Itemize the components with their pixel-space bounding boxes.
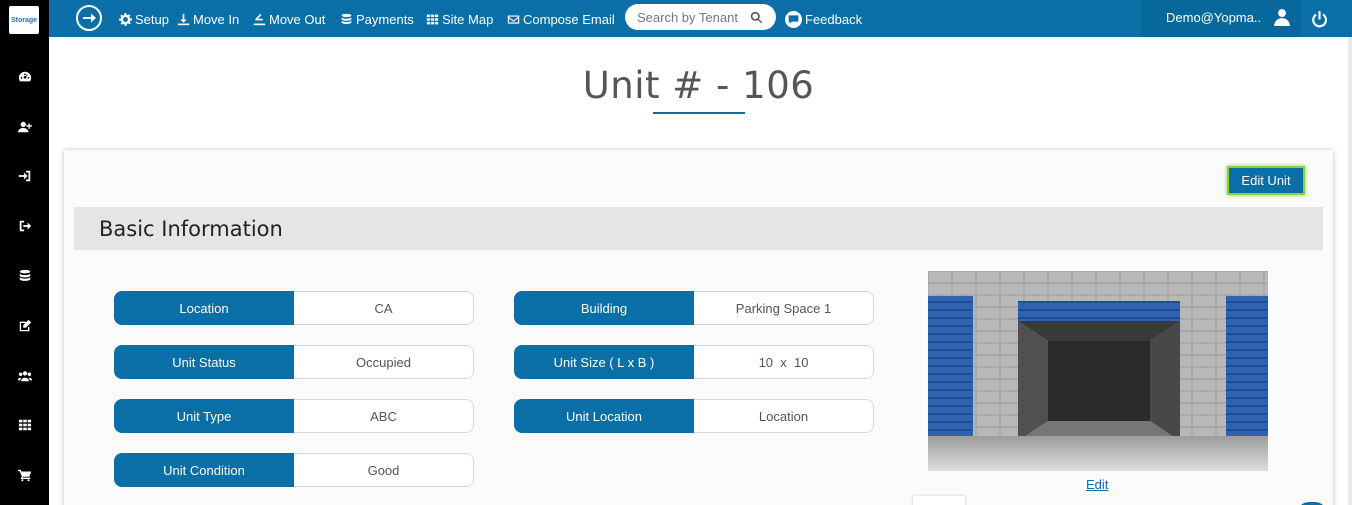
nav-compose-email-label: Compose Email — [523, 11, 615, 27]
nav-payments-label: Payments — [356, 11, 414, 27]
feedback-icon — [785, 10, 802, 28]
gear-icon — [119, 12, 132, 26]
field-value: 10 x 10 — [694, 345, 874, 379]
power-icon[interactable] — [1311, 11, 1328, 33]
field-building: Building Parking Space 1 — [514, 291, 874, 325]
field-value: CA — [294, 291, 474, 325]
database-icon[interactable] — [14, 267, 36, 285]
nav-feedback-label: Feedback — [805, 11, 863, 27]
nav-payments[interactable]: Payments — [340, 10, 414, 28]
edit-unit-button[interactable]: Edit Unit — [1227, 166, 1305, 195]
field-label: Unit Size ( L x B ) — [514, 345, 694, 379]
nav-move-out[interactable]: Move Out — [253, 10, 325, 28]
field-value: Location — [694, 399, 874, 433]
title-underline — [653, 112, 745, 114]
cart-icon[interactable] — [14, 466, 36, 484]
nav-site-map-label: Site Map — [442, 11, 494, 27]
field-label: Unit Type — [114, 399, 294, 433]
move-in-icon[interactable] — [14, 167, 36, 185]
user-menu[interactable]: Demo@Yopma.. — [1141, 0, 1301, 37]
field-value: Occupied — [294, 345, 474, 379]
page-title: Unit # - 106 — [582, 64, 815, 107]
users-icon[interactable] — [14, 367, 36, 385]
partial-element — [913, 496, 965, 505]
nav-feedback[interactable]: Feedback — [785, 10, 862, 28]
edit-photo-link[interactable]: Edit — [1086, 477, 1108, 492]
edit-icon[interactable] — [14, 317, 36, 335]
field-label: Unit Status — [114, 345, 294, 379]
scrollbar-track[interactable] — [1348, 37, 1352, 505]
field-location: Location CA — [114, 291, 474, 325]
unit-card: Edit Unit Basic Information Location CA … — [64, 150, 1333, 505]
field-label: Unit Location — [514, 399, 694, 433]
field-value: ABC — [294, 399, 474, 433]
section-title: Basic Information — [99, 217, 283, 241]
field-unit-condition: Unit Condition Good — [114, 453, 474, 487]
nav-move-in-label: Move In — [193, 11, 240, 27]
add-user-icon[interactable] — [14, 118, 36, 136]
move-out-icon — [253, 13, 266, 25]
top-navbar: Setup Move In Move Out Payments Site Map… — [49, 0, 1352, 37]
app-logo[interactable]: Storage — [9, 6, 39, 34]
dashboard-icon[interactable] — [14, 68, 36, 86]
search-icon[interactable] — [750, 11, 763, 24]
field-label: Building — [514, 291, 694, 325]
field-unit-type: Unit Type ABC — [114, 399, 474, 433]
unit-photo — [928, 271, 1268, 471]
arrow-right-icon[interactable] — [76, 5, 102, 31]
nav-site-map[interactable]: Site Map — [426, 10, 493, 28]
move-in-icon — [177, 13, 190, 25]
field-unit-size: Unit Size ( L x B ) 10 x 10 — [514, 345, 874, 379]
move-out-icon[interactable] — [14, 217, 36, 235]
field-label: Unit Condition — [114, 453, 294, 487]
tenant-search[interactable] — [625, 4, 776, 30]
sidebar: Storage — [0, 0, 49, 505]
logo-text: Storage — [10, 16, 38, 24]
search-input[interactable] — [637, 9, 747, 25]
field-unit-location: Unit Location Location — [514, 399, 874, 433]
user-icon — [1273, 8, 1291, 31]
envelope-icon — [507, 14, 520, 24]
nav-move-in[interactable]: Move In — [177, 10, 239, 28]
user-name: Demo@Yopma.. — [1166, 10, 1262, 25]
grid-icon — [426, 14, 439, 24]
nav-move-out-label: Move Out — [269, 11, 326, 27]
section-header: Basic Information — [74, 207, 1323, 250]
field-value: Parking Space 1 — [694, 291, 874, 325]
field-value: Good — [294, 453, 474, 487]
nav-compose-email[interactable]: Compose Email — [507, 10, 615, 28]
field-unit-status: Unit Status Occupied — [114, 345, 474, 379]
nav-setup-label: Setup — [135, 11, 169, 27]
field-label: Location — [114, 291, 294, 325]
nav-setup[interactable]: Setup — [119, 10, 169, 28]
database-icon — [341, 13, 352, 24]
grid-icon[interactable] — [14, 416, 36, 434]
